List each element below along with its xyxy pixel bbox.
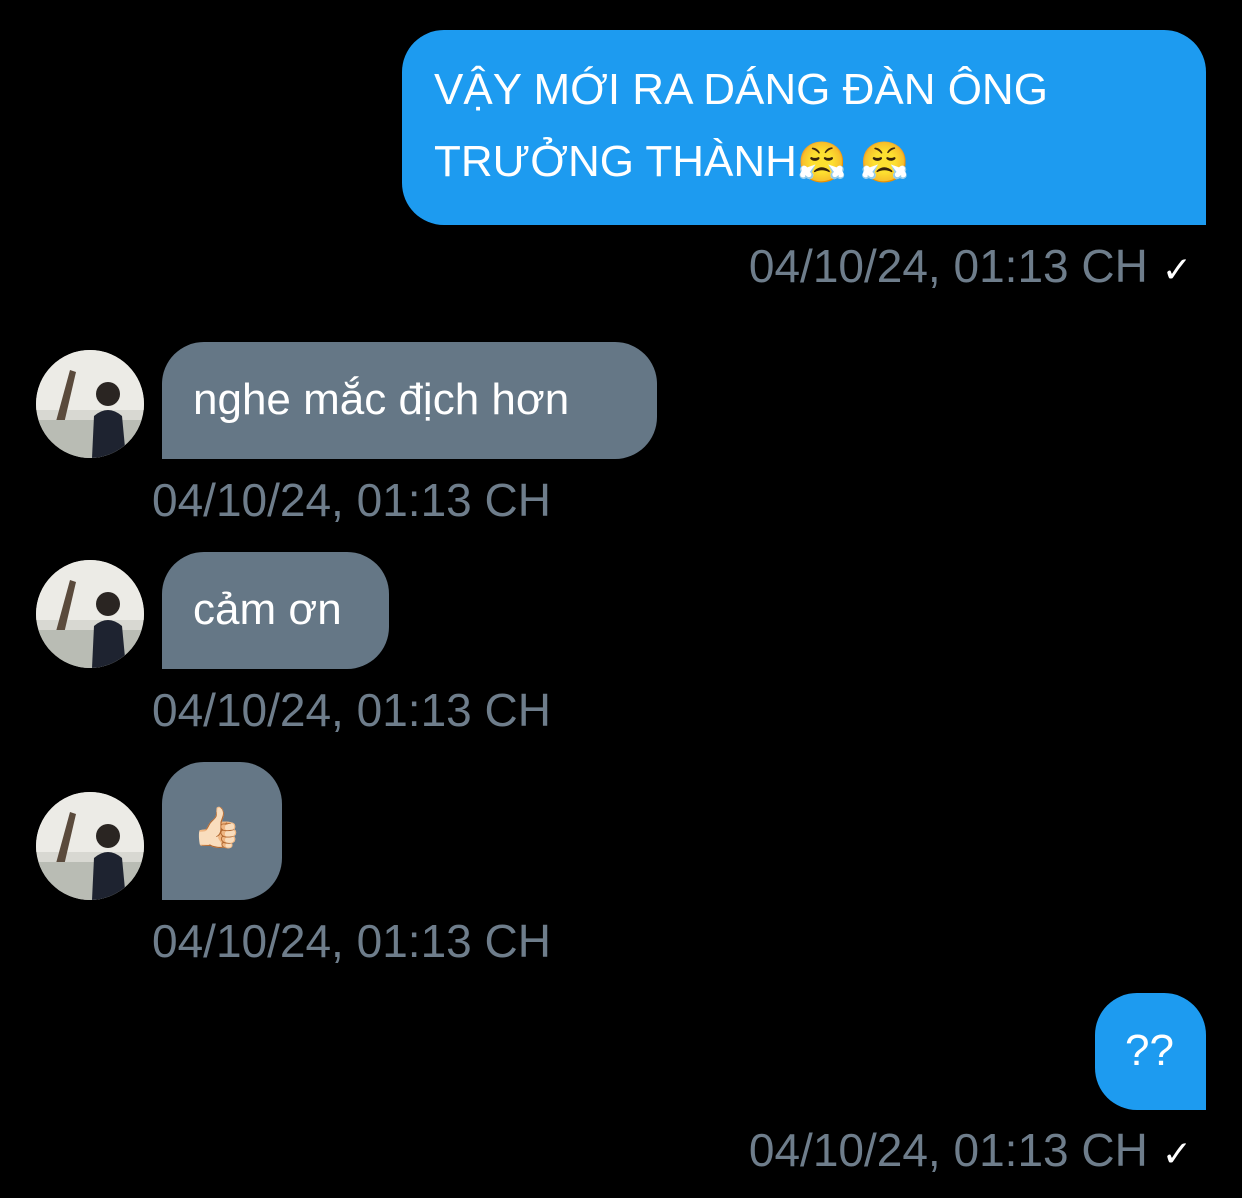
- thumbs-up-emoji: 👍🏻: [192, 805, 242, 851]
- message-timestamp: 04/10/24, 01:13 CH: [152, 474, 551, 526]
- message-text-line: VẬY MỚI RA DÁNG ĐÀN ÔNG: [434, 65, 1048, 114]
- message-timestamp: 04/10/24, 01:13 CH ✓: [748, 1124, 1192, 1176]
- sent-message-bubble[interactable]: VẬY MỚI RA DÁNG ĐÀN ÔNG TRƯỞNG THÀNH😤 😤: [402, 30, 1206, 225]
- check-icon: ✓: [1161, 250, 1192, 291]
- message-timestamp: 04/10/24, 01:13 CH ✓: [748, 240, 1192, 292]
- received-message-bubble[interactable]: nghe mắc địch hơn: [162, 342, 657, 459]
- check-icon: ✓: [1161, 1134, 1192, 1175]
- avatar[interactable]: [36, 560, 144, 668]
- received-message-bubble[interactable]: 👍🏻: [162, 762, 282, 900]
- message-text: nghe mắc địch hơn: [193, 375, 570, 424]
- message-text-line: TRƯỞNG THÀNH😤 😤: [434, 137, 910, 186]
- avatar[interactable]: [36, 350, 144, 458]
- message-text: cảm ơn: [193, 585, 342, 634]
- huffing-face-emoji: 😤 😤: [796, 140, 910, 186]
- message-timestamp: 04/10/24, 01:13 CH: [152, 684, 551, 736]
- received-message-bubble[interactable]: cảm ơn: [162, 552, 389, 669]
- message-timestamp: 04/10/24, 01:13 CH: [152, 915, 551, 967]
- message-text: ??: [1125, 1026, 1174, 1075]
- sent-message-bubble[interactable]: ??: [1095, 993, 1206, 1110]
- avatar[interactable]: [36, 792, 144, 900]
